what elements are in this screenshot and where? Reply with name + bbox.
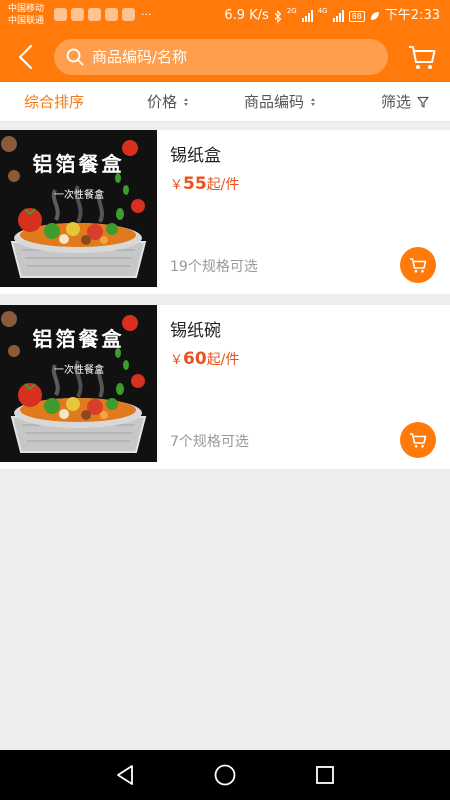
sort-comprehensive[interactable]: 综合排序 bbox=[24, 82, 84, 122]
leaf-icon bbox=[370, 12, 379, 20]
cart-icon bbox=[410, 258, 427, 273]
spec-count: 7个规格可选 bbox=[170, 434, 249, 450]
sort-arrows-icon bbox=[184, 98, 189, 106]
carrier-1: 中国移动 bbox=[8, 4, 45, 14]
network-type-1: 2G bbox=[286, 7, 297, 15]
back-button[interactable] bbox=[12, 42, 42, 72]
nav-recents-button[interactable] bbox=[313, 763, 337, 787]
sort-product-code[interactable]: 商品编码 bbox=[244, 82, 316, 122]
sort-label: 商品编码 bbox=[244, 93, 305, 111]
sort-bar: 综合排序 价格 商品编码 筛选 bbox=[0, 82, 450, 122]
price-unit: 起/件 bbox=[206, 352, 240, 368]
signal-icon bbox=[301, 10, 313, 22]
square-recents-icon bbox=[316, 766, 334, 784]
search-box[interactable] bbox=[54, 39, 388, 75]
currency-symbol: ￥ bbox=[170, 178, 184, 193]
product-price: ￥55起/件 bbox=[170, 174, 239, 194]
network-type-2: 4G bbox=[317, 7, 328, 15]
battery-icon: 88 bbox=[348, 10, 365, 22]
search-icon bbox=[66, 48, 84, 66]
nav-back-button[interactable] bbox=[113, 763, 137, 787]
notification-icon bbox=[54, 8, 67, 21]
product-price: ￥60起/件 bbox=[170, 349, 239, 369]
currency-symbol: ￥ bbox=[170, 353, 184, 368]
carrier-info: 中国移动 中国联通 bbox=[8, 3, 44, 27]
image-subtitle: 一次性餐盒 bbox=[54, 190, 104, 201]
add-to-cart-button[interactable] bbox=[400, 422, 436, 458]
price-value: 55 bbox=[183, 174, 207, 194]
notification-icon bbox=[105, 8, 118, 21]
price-value: 60 bbox=[183, 349, 207, 369]
system-navigation-bar bbox=[0, 750, 450, 800]
product-image[interactable]: 铝箔餐盒 一次性餐盒 bbox=[0, 130, 157, 287]
product-list: 铝箔餐盒 一次性餐盒 锡纸盒 ￥55起/件 19个规格可选 铝箔餐盒 一次性餐盒… bbox=[0, 130, 450, 470]
cart-button[interactable] bbox=[406, 41, 438, 73]
notification-icon bbox=[88, 8, 101, 21]
add-to-cart-button[interactable] bbox=[400, 247, 436, 283]
sort-label: 价格 bbox=[147, 93, 178, 111]
header bbox=[0, 33, 450, 82]
product-card[interactable]: 铝箔餐盒 一次性餐盒 锡纸盒 ￥55起/件 19个规格可选 bbox=[0, 130, 450, 295]
sort-label: 筛选 bbox=[381, 93, 412, 111]
more-notifications: ··· bbox=[141, 8, 152, 21]
bluetooth-icon bbox=[274, 9, 282, 23]
nav-home-button[interactable] bbox=[213, 763, 237, 787]
network-speed: 6.9 K/s bbox=[224, 8, 269, 23]
notification-icon bbox=[122, 8, 135, 21]
product-card[interactable]: 铝箔餐盒 一次性餐盒 锡纸碗 ￥60起/件 7个规格可选 bbox=[0, 305, 450, 470]
filter-icon bbox=[417, 96, 429, 108]
carrier-2: 中国联通 bbox=[8, 16, 45, 26]
status-bar: 中国移动 中国联通 ··· 6.9 K/s 2G 4G 88 下午2:33 bbox=[0, 0, 450, 33]
sort-arrows-icon bbox=[311, 98, 316, 106]
sort-price[interactable]: 价格 bbox=[147, 82, 189, 122]
cart-icon bbox=[410, 433, 427, 448]
notification-icons: ··· bbox=[54, 8, 152, 21]
image-title: 铝箔餐盒 bbox=[32, 152, 125, 176]
status-right: 6.9 K/s 2G 4G 88 下午2:33 bbox=[224, 7, 440, 25]
search-input[interactable] bbox=[92, 39, 377, 75]
clock: 下午2:33 bbox=[384, 8, 440, 23]
sort-label: 综合排序 bbox=[24, 93, 85, 111]
sort-filter[interactable]: 筛选 bbox=[381, 82, 429, 122]
product-name[interactable]: 锡纸碗 bbox=[170, 316, 221, 341]
signal-icon bbox=[332, 10, 344, 22]
product-name[interactable]: 锡纸盒 bbox=[170, 141, 221, 166]
cart-icon bbox=[409, 46, 436, 69]
product-image[interactable]: 铝箔餐盒 一次性餐盒 bbox=[0, 305, 157, 462]
price-unit: 起/件 bbox=[206, 177, 240, 193]
image-subtitle: 一次性餐盒 bbox=[54, 365, 104, 376]
chevron-left-icon bbox=[18, 44, 33, 70]
notification-icon bbox=[71, 8, 84, 21]
spec-count: 19个规格可选 bbox=[170, 259, 258, 275]
triangle-back-icon bbox=[117, 765, 133, 785]
circle-home-icon bbox=[214, 764, 236, 786]
image-title: 铝箔餐盒 bbox=[32, 327, 125, 351]
